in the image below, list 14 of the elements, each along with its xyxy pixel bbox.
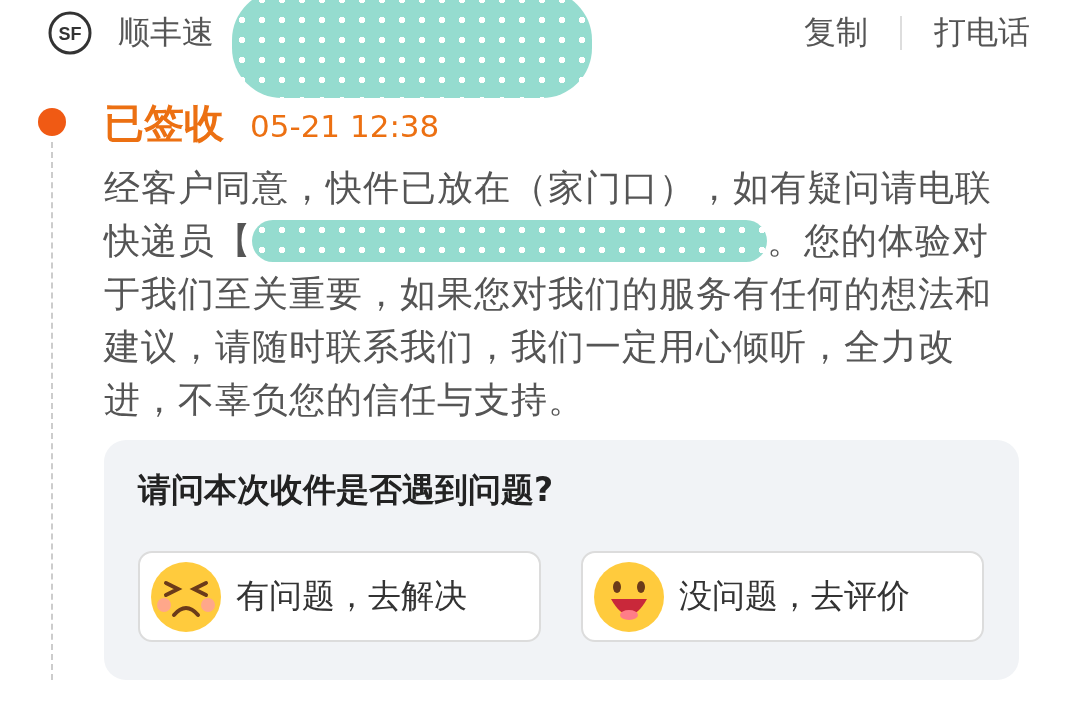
action-link[interactable]: 复制: [804, 11, 868, 55]
survey-option-button[interactable]: 没问题，去评价: [581, 551, 984, 642]
message-text: 于我们至关重要，如果您对我们的服务有任何的想法和建议，请随时联系我们，我们一定用心倾听，全力改进，不辜负您的信任与支持。: [104, 272, 993, 422]
message-text: 快递员【: [104, 219, 252, 263]
logo-icon: SF: [48, 11, 92, 55]
timeline-dot: [38, 108, 66, 136]
survey-option-button[interactable]: 有问题，去解决: [138, 551, 541, 642]
carrier-name: 顺丰速: [118, 12, 214, 53]
message-text: 。您的体验对: [767, 219, 989, 263]
message-text: 经客户同意，快件已放在（家门口），如有疑问请电联: [104, 166, 993, 210]
survey-question: 请问本次收件是否遇到问题?: [138, 469, 555, 511]
event-time: 05-21 12:38: [250, 108, 440, 144]
status-title: 已签收: [104, 99, 224, 148]
action-link[interactable]: 打电话: [934, 11, 1030, 55]
